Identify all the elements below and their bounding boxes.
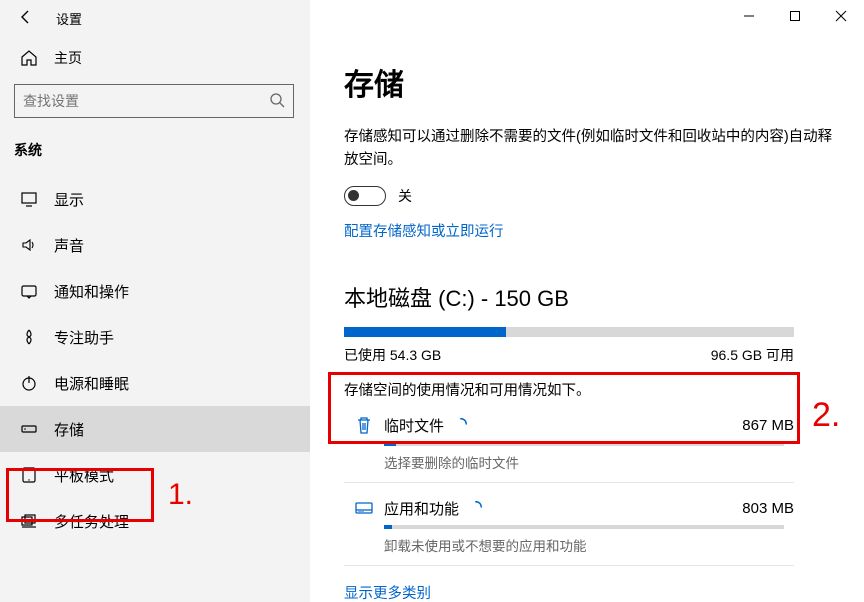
sidebar-item-notify[interactable]: 通知和操作 xyxy=(14,268,302,314)
multitask-icon xyxy=(20,512,38,530)
sidebar-home-label: 主页 xyxy=(54,48,82,68)
sidebar-item-storage[interactable]: 存储 xyxy=(0,406,310,452)
home-icon xyxy=(20,49,38,67)
trash-icon xyxy=(344,414,384,436)
disk-free-text: 96.5 GB 可用 xyxy=(711,345,794,365)
configure-link[interactable]: 配置存储感知或立即运行 xyxy=(344,224,504,240)
title-bar: 设置 xyxy=(0,0,864,36)
sidebar-item-sound[interactable]: 声音 xyxy=(14,222,302,268)
loading-spinner-icon xyxy=(459,500,483,517)
category-subtitle: 选择要删除的临时文件 xyxy=(384,452,794,472)
disk-title: 本地磁盘 (C:) - 150 GB xyxy=(344,281,836,313)
usage-hint: 存储空间的使用情况和可用情况如下。 xyxy=(344,379,836,400)
apps-icon xyxy=(344,497,384,519)
back-icon[interactable] xyxy=(18,9,38,28)
sidebar-home[interactable]: 主页 xyxy=(14,36,302,80)
disk-used-text: 已使用 54.3 GB xyxy=(344,345,441,365)
category-size: 803 MB xyxy=(742,500,794,517)
sidebar-item-label: 多任务处理 xyxy=(54,511,129,532)
tablet-icon xyxy=(20,466,38,484)
page-title: 存储 xyxy=(344,60,836,104)
sidebar-item-label: 专注助手 xyxy=(54,327,114,348)
search-input[interactable] xyxy=(23,93,269,109)
category-item-trash[interactable]: 临时文件 867 MB 选择要删除的临时文件 xyxy=(344,410,794,483)
show-more-link[interactable]: 显示更多类别 xyxy=(344,582,431,602)
minimize-button[interactable] xyxy=(726,0,772,32)
sidebar-item-label: 平板模式 xyxy=(54,465,114,486)
category-title: 应用和功能 xyxy=(384,498,459,519)
loading-spinner-icon xyxy=(444,417,468,434)
storage-sense-toggle[interactable] xyxy=(344,186,386,206)
notify-icon xyxy=(20,282,38,300)
storage-icon xyxy=(20,420,38,438)
sidebar: 主页 系统 显示声音通知和操作专注助手电源和睡眠存储平板模式多任务处理 1. xyxy=(0,36,310,602)
sidebar-item-label: 声音 xyxy=(54,235,84,256)
sidebar-item-focus[interactable]: 专注助手 xyxy=(14,314,302,360)
toggle-state-label: 关 xyxy=(398,186,412,206)
category-size: 867 MB xyxy=(742,417,794,434)
sidebar-item-tablet[interactable]: 平板模式 xyxy=(14,452,302,498)
sidebar-section-label: 系统 xyxy=(14,140,302,160)
sidebar-item-label: 存储 xyxy=(54,419,84,440)
focus-icon xyxy=(20,328,38,346)
sidebar-item-label: 电源和睡眠 xyxy=(54,373,129,394)
search-input-container[interactable] xyxy=(14,84,294,118)
display-icon xyxy=(20,190,38,208)
sidebar-item-label: 显示 xyxy=(54,189,84,210)
maximize-button[interactable] xyxy=(772,0,818,32)
disk-usage-bar xyxy=(344,327,794,337)
category-usage-bar xyxy=(384,442,784,446)
sidebar-item-multitask[interactable]: 多任务处理 xyxy=(14,498,302,544)
window-title: 设置 xyxy=(56,9,82,28)
search-icon xyxy=(269,92,285,111)
sound-icon xyxy=(20,236,38,254)
category-usage-bar xyxy=(384,525,784,529)
sidebar-item-power[interactable]: 电源和睡眠 xyxy=(14,360,302,406)
category-subtitle: 卸载未使用或不想要的应用和功能 xyxy=(384,535,794,555)
close-button[interactable] xyxy=(818,0,864,32)
storage-sense-desc: 存储感知可以通过删除不需要的文件(例如临时文件和回收站中的内容)自动释放空间。 xyxy=(344,126,836,172)
sidebar-item-label: 通知和操作 xyxy=(54,281,129,302)
category-title: 临时文件 xyxy=(384,415,444,436)
content-pane: 存储 存储感知可以通过删除不需要的文件(例如临时文件和回收站中的内容)自动释放空… xyxy=(310,36,864,602)
sidebar-item-display[interactable]: 显示 xyxy=(14,176,302,222)
category-item-apps[interactable]: 应用和功能 803 MB 卸载未使用或不想要的应用和功能 xyxy=(344,493,794,566)
power-icon xyxy=(20,374,38,392)
